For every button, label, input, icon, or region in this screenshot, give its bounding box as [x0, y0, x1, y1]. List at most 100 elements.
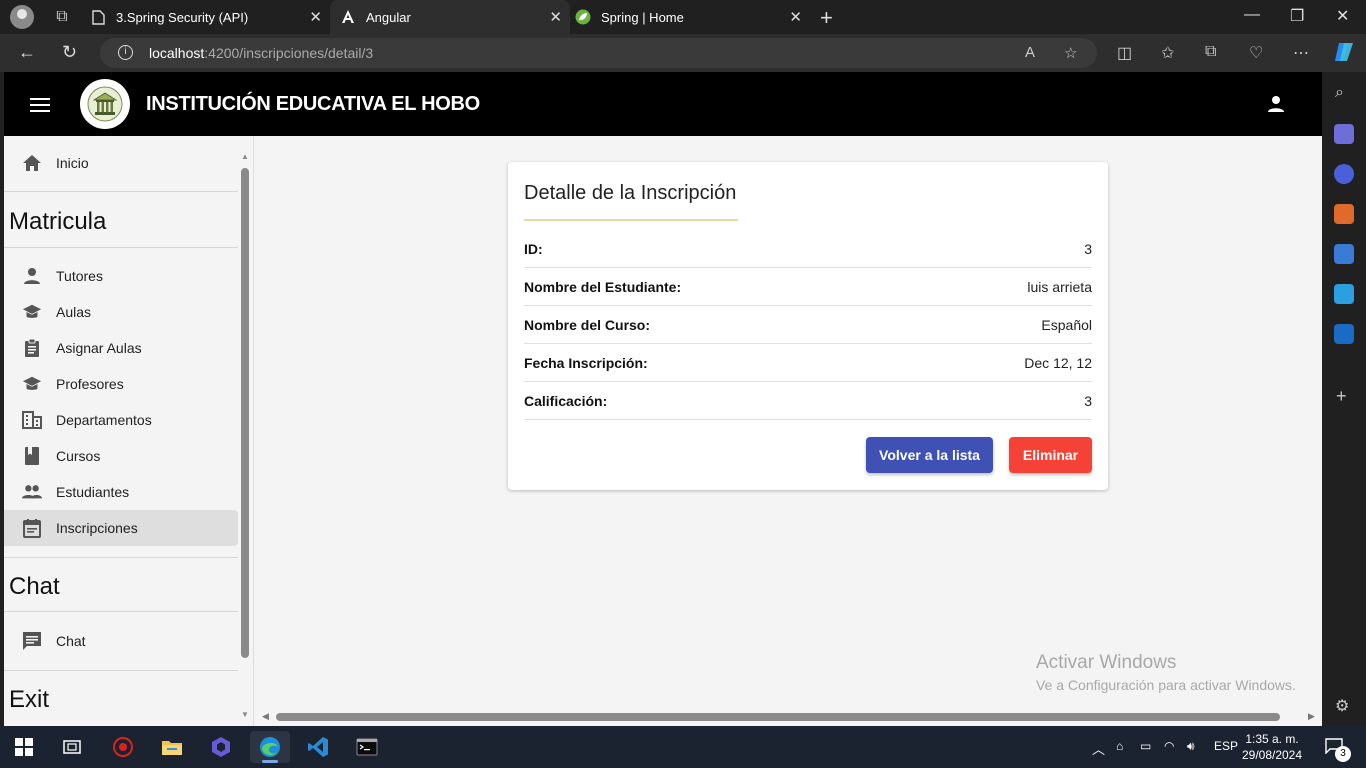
close-icon[interactable]: ✕: [309, 8, 322, 26]
performance-icon[interactable]: ♡: [1249, 43, 1263, 63]
wifi-icon[interactable]: ◠: [1164, 739, 1174, 753]
edge-browser-icon[interactable]: [250, 731, 290, 763]
field-value: Español: [1041, 316, 1092, 333]
tools-icon[interactable]: [1334, 204, 1354, 224]
notification-count-badge: 3: [1335, 746, 1351, 762]
sidebar-item-chat[interactable]: Chat: [4, 623, 238, 659]
search-icon[interactable]: ⌕: [1335, 84, 1344, 102]
sidebar-item-inicio[interactable]: Inicio: [4, 145, 238, 181]
detail-row-student: Nombre del Estudiante: luis arrieta: [524, 268, 1092, 306]
game-app-icon[interactable]: [103, 731, 143, 763]
sidebar-item-profesores[interactable]: Profesores: [4, 366, 238, 402]
sidebar-item-label: Inicio: [56, 155, 89, 171]
terminal-icon[interactable]: [347, 731, 387, 763]
add-icon[interactable]: +: [1336, 386, 1347, 407]
scroll-down-arrow-icon[interactable]: ▼: [241, 710, 249, 719]
outlook-icon[interactable]: [1334, 324, 1354, 344]
tab-spring-security[interactable]: 3.Spring Security (API) ✕: [90, 0, 330, 34]
sidebar-item-label: Cursos: [56, 448, 101, 464]
browser-tab-strip: ⧉ 3.Spring Security (API) ✕ Angular ✕ Sp…: [0, 0, 1366, 34]
collections-icon[interactable]: ⧉: [1205, 43, 1216, 61]
tray-app-icon[interactable]: ⌂: [1116, 739, 1123, 753]
task-view-icon[interactable]: [52, 731, 92, 763]
notifications-icon[interactable]: 3: [1325, 738, 1351, 762]
windows-start-icon[interactable]: [4, 731, 44, 763]
address-bar[interactable]: i localhost:4200/inscripciones/detail/3 …: [100, 38, 1097, 68]
section-title-matricula: Matricula: [9, 208, 107, 235]
sidebar-scrollbar[interactable]: ▲ ▼: [241, 152, 249, 726]
scroll-up-arrow-icon[interactable]: ▲: [241, 152, 249, 161]
menu-icon[interactable]: [30, 98, 50, 112]
refresh-icon[interactable]: ↻: [62, 42, 77, 63]
sidebar-item-label: Chat: [56, 633, 86, 649]
restore-icon[interactable]: ❐: [1290, 6, 1304, 26]
copilot-icon[interactable]: [1333, 41, 1355, 68]
main-content: Detalle de la Inscripción ID: 3 Nombre d…: [254, 136, 1322, 726]
chess-icon[interactable]: [1334, 124, 1354, 144]
send-icon[interactable]: [1334, 284, 1354, 304]
tab-angular[interactable]: Angular ✕: [330, 0, 570, 34]
file-explorer-icon[interactable]: [152, 731, 192, 763]
close-icon[interactable]: ✕: [549, 8, 562, 26]
sidebar-item-label: Departamentos: [56, 412, 152, 428]
close-window-icon[interactable]: ✕: [1336, 6, 1349, 26]
workspaces-icon[interactable]: ⧉: [52, 7, 72, 27]
info-icon[interactable]: i: [118, 45, 133, 60]
minimize-icon[interactable]: —: [1244, 6, 1260, 24]
app-title: INSTITUCIÓN EDUCATIVA EL HOBO: [146, 93, 480, 115]
tray-chevron-icon[interactable]: ︿: [1092, 739, 1105, 758]
favorite-star-icon[interactable]: ☆: [1064, 44, 1077, 62]
chat-icon: [22, 631, 42, 651]
school-icon: [22, 374, 42, 394]
section-title-chat: Chat: [9, 573, 60, 600]
sidebar-item-asignar-aulas[interactable]: Asignar Aulas: [4, 330, 238, 366]
volume-icon[interactable]: 🔊︎: [1187, 739, 1195, 754]
back-icon[interactable]: ←: [18, 42, 36, 63]
field-label: Calificación:: [524, 392, 608, 409]
sidebar-item-estudiantes[interactable]: Estudiantes: [4, 474, 238, 510]
horizontal-scrollbar[interactable]: ◀ ▶: [258, 710, 1322, 724]
sidebar-item-departamentos[interactable]: Departamentos: [4, 402, 238, 438]
sidebar-item-aulas[interactable]: Aulas: [4, 294, 238, 330]
sidebar-item-label: Estudiantes: [56, 484, 130, 500]
delete-button[interactable]: Eliminar: [1009, 437, 1092, 473]
home-icon: [22, 153, 42, 173]
shopping-tag-icon[interactable]: [1334, 244, 1354, 264]
profile-icon[interactable]: [10, 5, 34, 29]
tab-spring-home[interactable]: Spring | Home ✕: [575, 0, 810, 34]
field-value: 3: [1084, 240, 1092, 257]
vscode-icon[interactable]: [298, 731, 338, 763]
sidebar-item-label: Aulas: [56, 304, 92, 320]
sidebar-item-cursos[interactable]: Cursos: [4, 438, 238, 474]
clock[interactable]: 1:35 a. m. 29/08/2024: [1236, 731, 1308, 763]
scroll-left-arrow-icon[interactable]: ◀: [262, 711, 269, 722]
more-icon[interactable]: ⋯: [1293, 43, 1309, 63]
divider: [4, 247, 238, 248]
favorites-icon[interactable]: ✩: [1161, 43, 1174, 63]
scrollbar-thumb[interactable]: [241, 168, 249, 658]
close-icon[interactable]: ✕: [789, 8, 802, 26]
tab-title: 3.Spring Security (API): [116, 9, 249, 25]
settings-gear-icon[interactable]: ⚙: [1335, 696, 1349, 716]
address-bar-row: ← ↻ i localhost:4200/inscripciones/detai…: [0, 34, 1366, 72]
account-icon[interactable]: [1266, 94, 1286, 114]
copilot-sidebar-icon[interactable]: [1334, 164, 1354, 184]
read-aloud-icon[interactable]: A: [1025, 44, 1035, 61]
sidebar: Inicio Matricula Tutores Aulas Asignar A…: [4, 136, 254, 726]
field-value: 3: [1084, 392, 1092, 409]
battery-icon[interactable]: ▭: [1140, 739, 1151, 753]
detail-row-id: ID: 3: [524, 230, 1092, 268]
copilot-taskbar-icon[interactable]: [201, 731, 241, 763]
language-indicator[interactable]: ESP: [1214, 739, 1238, 753]
scroll-right-arrow-icon[interactable]: ▶: [1308, 711, 1315, 722]
institution-logo: [80, 79, 130, 129]
split-screen-icon[interactable]: ◫: [1117, 43, 1132, 63]
back-to-list-button[interactable]: Volver a la lista: [866, 437, 993, 473]
clock-date: 29/08/2024: [1241, 748, 1303, 762]
scrollbar-thumb[interactable]: [276, 713, 1280, 721]
new-tab-icon[interactable]: +: [820, 5, 833, 31]
sidebar-item-label: Profesores: [56, 376, 124, 392]
sidebar-item-tutores[interactable]: Tutores: [4, 258, 238, 294]
activation-watermark-text: Ve a Configuración para activar Windows.: [1036, 677, 1296, 693]
sidebar-item-inscripciones[interactable]: Inscripciones: [4, 510, 238, 546]
